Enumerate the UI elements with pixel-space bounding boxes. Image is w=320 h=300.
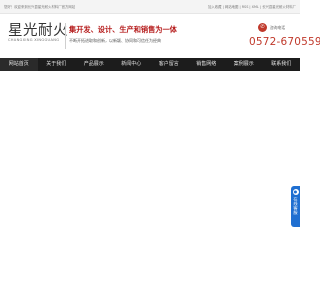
logo[interactable]: 星光耐火 [8, 19, 68, 40]
nav-item-products[interactable]: 产品展示 [75, 58, 113, 71]
logo-subtitle: CHANGXING XINGGUANG [8, 38, 60, 42]
hotline-label: 咨询电话 [270, 25, 286, 30]
nav-item-cases[interactable]: 案例展示 [225, 58, 263, 71]
nav-item-home[interactable]: 网站首页 [0, 58, 38, 71]
hotline-number: 0572-6705597 [249, 36, 320, 48]
slogan-subtitle: 不断开拓进取和创新，以新颖、协同和可信任为经典 [69, 38, 161, 43]
nav-item-sales-network[interactable]: 销售网络 [188, 58, 226, 71]
online-service-label: 在线客服 [293, 197, 299, 215]
main-nav: 网站首页 关于我们 产品展示 新闻中心 客户留言 销售网络 案例展示 联系我们 [0, 58, 300, 71]
online-service-button[interactable]: ● 在线客服 [291, 186, 300, 227]
phone-icon: ✆ [258, 23, 267, 32]
site-header: 星光耐火 CHANGXING XINGGUANG 集开发、设计、生产和销售为一体… [0, 14, 320, 60]
header-divider [65, 23, 66, 49]
chat-icon: ● [292, 189, 299, 195]
top-bar: 您好！欢迎来到长兴县星光耐火材料厂官方网站 加入收藏 | 网站地图 | RSS … [0, 0, 300, 14]
welcome-text: 您好！欢迎来到长兴县星光耐火材料厂官方网站 [4, 5, 76, 9]
nav-item-about[interactable]: 关于我们 [38, 58, 76, 71]
nav-item-contact[interactable]: 联系我们 [263, 58, 301, 71]
nav-item-news[interactable]: 新闻中心 [113, 58, 151, 71]
slogan-title: 集开发、设计、生产和销售为一体 [69, 25, 177, 34]
top-links[interactable]: 加入收藏 | 网站地图 | RSS | XML | 长兴县星光耐火材料厂 [208, 4, 296, 9]
nav-item-messages[interactable]: 客户留言 [150, 58, 188, 71]
